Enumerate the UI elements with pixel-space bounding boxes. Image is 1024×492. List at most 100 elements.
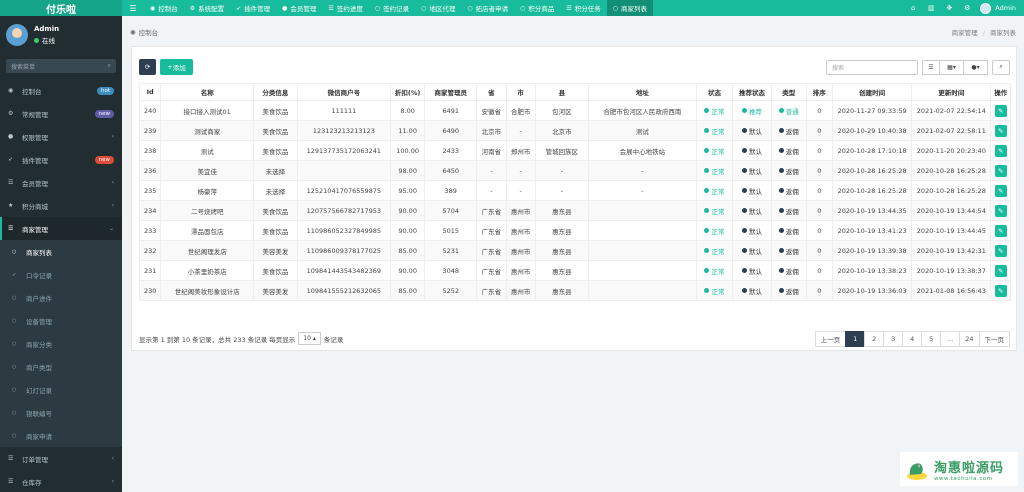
page-button[interactable]: 3 [883, 330, 904, 347]
edit-button[interactable]: ✎ [994, 104, 1007, 117]
rec-badge[interactable]: 默认 [742, 186, 762, 196]
edit-button[interactable]: ✎ [994, 144, 1007, 157]
tab-3[interactable]: ➶ 插件管理 [230, 0, 276, 16]
column-header[interactable]: 县 [534, 83, 590, 101]
column-header[interactable]: 操作 [990, 83, 1011, 101]
rec-badge[interactable]: 推荐 [742, 106, 762, 116]
edit-button[interactable]: ✎ [994, 264, 1007, 277]
page-button[interactable]: 1 [845, 330, 866, 347]
table-row[interactable]: 234 二号烧烤吧 美食饮品 120757566782717953 90.00 5704 广… [138, 200, 1011, 221]
status-badge[interactable]: 正常 [704, 186, 724, 196]
sidebar-item-1[interactable]: ◉ 控制台 hot [0, 79, 122, 102]
rec-badge[interactable]: 默认 [742, 166, 762, 176]
tab-1[interactable]: ◉ 控制台 [144, 0, 184, 16]
page-button[interactable]: ... [940, 330, 961, 347]
settings-icon[interactable]: ⚙ [958, 4, 976, 12]
edit-button[interactable]: ✎ [994, 184, 1007, 197]
column-header[interactable]: 地址 [588, 83, 697, 101]
column-header[interactable]: 市 [505, 83, 536, 101]
type-badge[interactable]: 返佣 [778, 266, 799, 276]
table-row[interactable]: 238 测试 美食饮品 129137735172063241 100.00 2433 河南省… [138, 140, 1011, 161]
table-row[interactable]: 236 美宜佳 未选择 98.00 6450- - - - 正常 默认 返佣 0 2020-10-28 … [138, 160, 1011, 181]
refresh-button[interactable]: ⟳ [139, 59, 156, 75]
page-button[interactable]: 2 [864, 330, 885, 347]
type-badge[interactable]: 普通 [778, 106, 799, 116]
home-icon[interactable]: ⌂ [904, 4, 922, 12]
tab-6[interactable]: ○ 签约记录 [369, 0, 415, 16]
sidebar-item-17[interactable]: ☰ 订单管理 ‹ [0, 447, 122, 470]
tab-10[interactable]: ☰ 积分任务 [560, 0, 606, 16]
tab-8[interactable]: ○ 拓店者申请 [461, 0, 514, 16]
column-header[interactable]: 省 [476, 83, 507, 101]
sidebar-item-6[interactable]: ★ 积分商城 ‹ [0, 194, 122, 217]
sidebar-item-10[interactable]: ○ 商户进件 [0, 286, 122, 309]
status-badge[interactable]: 正常 [704, 226, 724, 236]
status-badge[interactable]: 正常 [704, 266, 724, 276]
sidebar-item-9[interactable]: ➶ 口令记录 [0, 263, 122, 286]
type-badge[interactable]: 返佣 [778, 146, 799, 156]
rec-badge[interactable]: 默认 [742, 266, 762, 276]
tab-9[interactable]: ○ 积分商品 [514, 0, 560, 16]
column-header[interactable]: 微信商户号 [296, 83, 392, 101]
sidebar-item-14[interactable]: ○ 幻灯记录 [0, 378, 122, 401]
status-badge[interactable]: 正常 [704, 126, 724, 136]
trash-icon[interactable]: ▥ [922, 4, 940, 12]
edit-button[interactable]: ✎ [994, 284, 1007, 297]
column-header[interactable]: 分类信息 [253, 83, 298, 101]
column-header[interactable]: 更新时间 [911, 83, 992, 101]
sidebar-item-7[interactable]: ☰ 商家管理 ⌄ [0, 217, 122, 240]
sidebar-item-16[interactable]: ○ 商家申请 [0, 424, 122, 447]
menu-toggle-icon[interactable]: ☰ [122, 0, 144, 16]
page-button[interactable]: 4 [902, 330, 923, 347]
sidebar-search-input[interactable]: 搜索菜单 ⌕ [6, 59, 116, 73]
sidebar-item-11[interactable]: ○ 设备管理 [0, 309, 122, 332]
type-badge[interactable]: 返佣 [778, 166, 799, 176]
export-button[interactable]: ●▾ [964, 59, 988, 75]
edit-button[interactable]: ✎ [994, 124, 1007, 137]
status-badge[interactable]: 正常 [704, 206, 724, 216]
sidebar-item-18[interactable]: ☰ 仓库存 ‹ [0, 470, 122, 492]
column-header[interactable]: 状态 [695, 83, 734, 101]
tab-11[interactable]: ○ 商家列表 [606, 0, 653, 16]
edit-button[interactable]: ✎ [994, 164, 1007, 177]
table-row[interactable]: 231 小茶里奶茶店 美食饮品 109841443543482369 90.00 3048… [138, 260, 1011, 281]
tab-7[interactable]: ○ 地区代理 [415, 0, 461, 16]
toggle-view-button[interactable]: ☰ [922, 59, 940, 75]
sidebar-item-4[interactable]: ➶ 插件管理 new [0, 148, 122, 171]
rec-badge[interactable]: 默认 [742, 286, 762, 296]
page-button[interactable]: 24 [959, 330, 980, 347]
column-header[interactable]: 折扣(%) [390, 83, 426, 101]
type-badge[interactable]: 返佣 [778, 226, 799, 236]
status-badge[interactable]: 正常 [704, 246, 724, 256]
advanced-search-button[interactable]: ⌕ [992, 59, 1010, 75]
status-badge[interactable]: 正常 [704, 166, 724, 176]
status-badge[interactable]: 正常 [704, 106, 724, 116]
rec-badge[interactable]: 默认 [742, 146, 762, 156]
column-header[interactable]: 推荐状态 [732, 83, 772, 101]
sidebar-item-3[interactable]: ● 权限管理 ‹ [0, 125, 122, 148]
sidebar-item-2[interactable]: ⚙ 常规管理 new [0, 102, 122, 125]
page-button[interactable]: 上一页 [814, 330, 847, 347]
type-badge[interactable]: 返佣 [778, 126, 799, 136]
tab-2[interactable]: ⚙ 系统配置 [184, 0, 230, 16]
page-size-select[interactable]: 10 ▴ [298, 332, 321, 345]
status-badge[interactable]: 正常 [704, 146, 724, 156]
edit-button[interactable]: ✎ [994, 244, 1007, 257]
sidebar-item-15[interactable]: ○ 银联编号 [0, 401, 122, 424]
status-badge[interactable]: 正常 [704, 286, 724, 296]
type-badge[interactable]: 返佣 [778, 186, 799, 196]
sidebar-item-12[interactable]: ○ 商家分类 [0, 332, 122, 355]
edit-button[interactable]: ✎ [994, 224, 1007, 237]
table-row[interactable]: 232 世纪阁理发店 美容美发 110986009378177025 85.00 5231… [138, 240, 1011, 261]
page-button[interactable]: 下一页 [978, 330, 1010, 347]
sidebar-item-5[interactable]: ☰ 会员管理 ‹ [0, 171, 122, 194]
table-row[interactable]: 239 测试商家 美食饮品 123123213213123 11.00 6490 北京市 - 北… [138, 120, 1011, 141]
rec-badge[interactable]: 默认 [742, 226, 762, 236]
fullscreen-icon[interactable]: ✥ [940, 4, 958, 12]
column-header[interactable]: 名称 [160, 83, 255, 101]
column-header[interactable]: Id [138, 83, 162, 101]
page-button[interactable]: 5 [921, 330, 942, 347]
tab-5[interactable]: ☰ 签约进度 [322, 0, 368, 16]
sidebar-item-8[interactable]: ○ 商家列表 [0, 240, 122, 263]
breadcrumb-parent[interactable]: 商家管理 [952, 29, 978, 37]
